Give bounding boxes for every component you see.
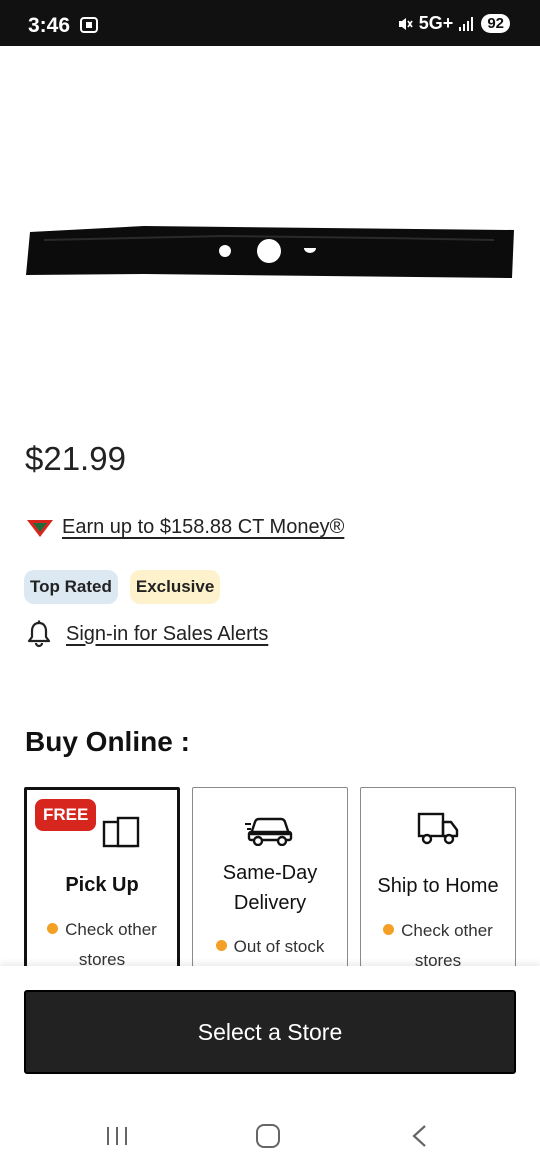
sales-alert-row[interactable]: Sign-in for Sales Alerts	[27, 620, 268, 648]
status-dot	[47, 923, 59, 934]
ct-money-row[interactable]: Earn up to $158.88 CT Money®	[27, 516, 344, 539]
select-store-button[interactable]: Select a Store	[24, 990, 516, 1074]
signal-icon	[459, 16, 474, 31]
same-day-delivery-option[interactable]: Same-Day Delivery Out of stock	[192, 787, 348, 967]
buy-online-heading: Buy Online :	[25, 726, 190, 757]
pickup-status-line2: stores	[78, 950, 126, 967]
network-label: 5G+	[418, 13, 454, 33]
status-indicators: 5G+ 92	[397, 13, 510, 34]
screenshot-icon	[80, 17, 98, 33]
pickup-status-line1: Check other	[65, 920, 157, 939]
mute-icon	[398, 17, 413, 30]
canadian-tire-logo-icon	[27, 519, 53, 537]
battery-indicator: 92	[481, 14, 510, 33]
delivery-title-line2: Delivery	[233, 892, 307, 914]
pickup-status: Check other	[27, 915, 177, 945]
ship-status-line2: stores	[414, 951, 462, 967]
pickup-option[interactable]: FREE Pick Up Check other stores	[24, 787, 180, 967]
fulfillment-options: FREE Pick Up Check other stores Same-Day…	[24, 787, 516, 967]
ship-to-home-option[interactable]: Ship to Home Check other stores	[360, 787, 516, 967]
ship-status-line1: Check other	[401, 921, 493, 940]
home-icon[interactable]	[256, 1124, 280, 1148]
bell-icon	[27, 620, 51, 648]
system-nav-bar	[0, 1100, 540, 1170]
delivery-status: Out of stock	[193, 932, 347, 962]
free-badge: FREE	[35, 799, 97, 831]
car-icon	[245, 817, 293, 846]
exclusive-badge: Exclusive	[129, 570, 221, 604]
ship-status: Check other	[361, 916, 515, 946]
status-dot	[215, 940, 227, 951]
delivery-title-line1: Same-Day	[222, 862, 318, 884]
product-image[interactable]	[24, 220, 518, 285]
ct-money-link[interactable]: Earn up to $158.88 CT Money®	[62, 516, 344, 539]
truck-icon	[417, 812, 459, 845]
top-rated-badge: Top Rated	[24, 570, 118, 604]
pickup-title: Pick Up	[65, 874, 139, 896]
recent-apps-icon[interactable]	[106, 1126, 128, 1146]
status-bar: 3:46 5G+ 92	[0, 0, 540, 46]
back-icon[interactable]	[410, 1124, 428, 1148]
product-badges: Top Rated Exclusive	[24, 570, 221, 604]
ship-title: Ship to Home	[377, 875, 499, 897]
product-price: $21.99	[25, 440, 126, 477]
sales-alert-link[interactable]: Sign-in for Sales Alerts	[66, 623, 268, 646]
status-time: 3:46	[28, 14, 71, 37]
status-dot	[383, 924, 395, 935]
pickup-box-icon	[102, 816, 140, 848]
delivery-status-text: Out of stock	[233, 937, 325, 956]
